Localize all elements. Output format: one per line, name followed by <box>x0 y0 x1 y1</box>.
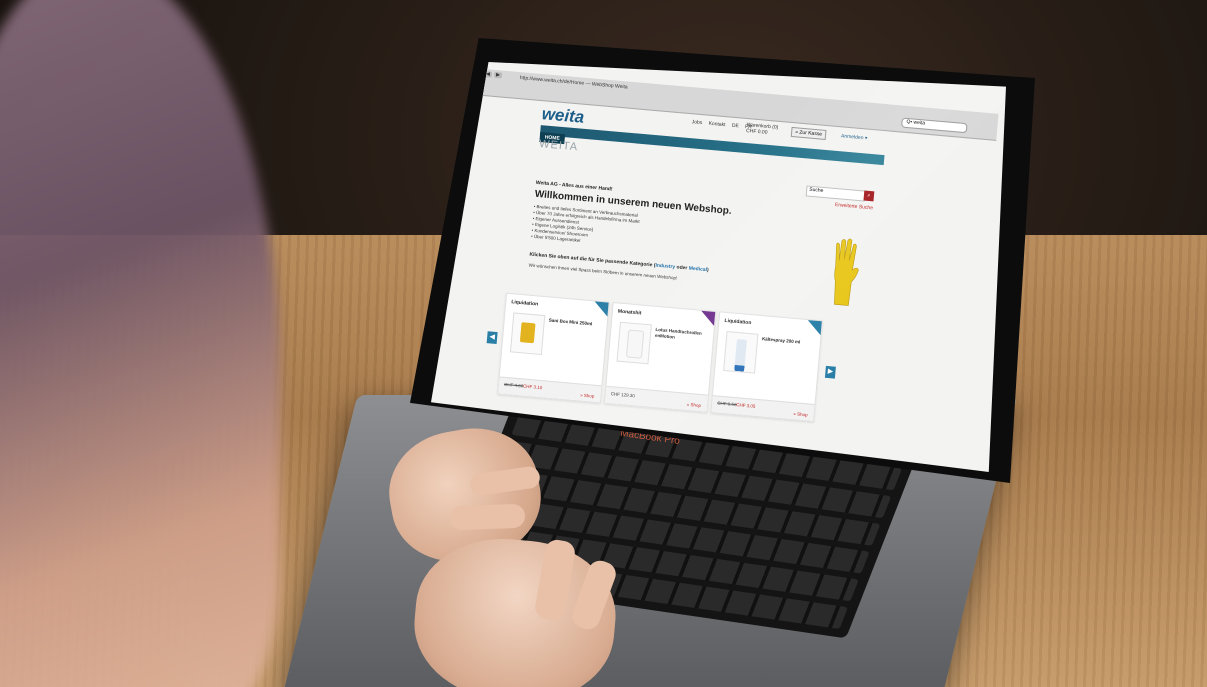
product-name: Sani Box Mini 250ml <box>548 317 593 327</box>
carousel-next-button[interactable]: ▶ <box>824 365 836 379</box>
product-image <box>509 312 546 356</box>
medical-link[interactable]: Medical <box>688 266 707 274</box>
old-price: CHF 6.50 <box>717 400 737 408</box>
product-name: Kältespray 200 ml <box>761 336 801 345</box>
old-price: CHF 4.60 <box>503 381 524 389</box>
product-footer: CHF 6.50 CHF 3.05 » Shop <box>711 395 815 421</box>
finger <box>449 503 526 531</box>
cart-summary[interactable]: Warenkorb (0) CHF 0.00 <box>746 122 779 137</box>
address-bar[interactable]: http://www.weita.ch/de/Home — WebShop We… <box>520 75 628 90</box>
checkout-button[interactable]: » Zur Kasse <box>790 126 827 140</box>
shop-link[interactable]: » Shop <box>580 393 595 399</box>
product-card[interactable]: Monatshit Lotus Handtuchrollen enMotion … <box>603 302 717 413</box>
forward-button[interactable]: ▶ <box>493 71 503 79</box>
product-footer: CHF 129.30 » Shop <box>604 385 708 412</box>
search-icon: ⌕ <box>866 192 871 200</box>
intro-section: Weita AG - Alles aus einer Hand! Willkom… <box>528 180 785 289</box>
product-category: Liquidation <box>511 299 539 308</box>
yellow-glove-image <box>834 238 859 306</box>
new-price: CHF 3.10 <box>522 383 543 391</box>
product-name: Lotus Handtuchrollen enMotion <box>654 326 703 340</box>
product-price: CHF 129.30 <box>610 391 636 399</box>
shop-link[interactable]: » Shop <box>687 402 702 408</box>
shop-link[interactable]: » Shop <box>793 411 808 417</box>
search-button[interactable]: ⌕ <box>863 190 875 202</box>
person-blurred-torso <box>0 0 280 687</box>
product-footer: CHF 4.60 CHF 3.10 » Shop <box>498 376 602 403</box>
product-category: Liquidation <box>724 317 752 327</box>
photo-scene: MacBook Pro ◀ ▶ http://www.weita.ch/de/H… <box>0 0 1207 687</box>
laptop-screen: ◀ ▶ http://www.weita.ch/de/Home — WebSho… <box>431 62 1006 472</box>
product-card[interactable]: Liquidation Sani Box Mini 250ml CHF 4.60… <box>497 292 610 404</box>
advanced-search-link[interactable]: Erweiterte Suche <box>835 202 873 211</box>
product-card[interactable]: Liquidation Kältespray 200 ml CHF 6.50 C… <box>710 311 823 423</box>
main-nav: HOME <box>539 125 885 166</box>
cta-oder: oder <box>674 264 689 272</box>
link-de[interactable]: DE <box>732 123 739 130</box>
cta-suffix: ) <box>706 267 709 274</box>
new-price: CHF 3.05 <box>736 402 756 409</box>
product-image <box>616 321 652 365</box>
industry-link[interactable]: Industry <box>655 263 675 271</box>
product-image <box>723 331 759 374</box>
link-kontakt[interactable]: Kontakt <box>708 121 725 128</box>
page-title: WEITA <box>538 138 579 154</box>
carousel-prev-button[interactable]: ◀ <box>486 331 498 345</box>
badge-corner <box>593 301 609 317</box>
weita-logo[interactable]: weita <box>541 104 585 128</box>
product-category: Monatshit <box>617 308 642 317</box>
badge-corner <box>700 310 716 326</box>
link-jobs[interactable]: Jobs <box>691 119 702 126</box>
browser-search-input[interactable]: Q• weita <box>901 117 968 134</box>
badge-corner <box>806 320 822 336</box>
search-input[interactable]: Suche <box>805 185 866 202</box>
login-link[interactable]: Anmelden ▾ <box>841 133 868 141</box>
